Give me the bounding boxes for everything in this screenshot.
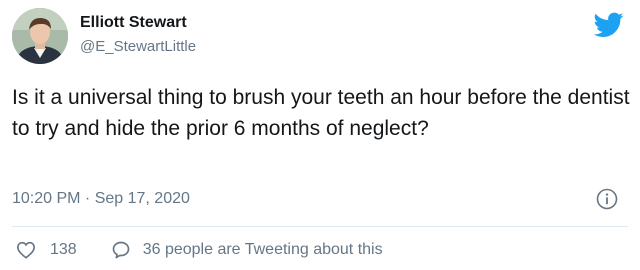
author-handle[interactable]: @E_StewartLittle (80, 38, 196, 55)
tweet-text: Is it a universal thing to brush your te… (12, 86, 630, 140)
tweet-card: Elliott Stewart @E_StewartLittle Is it a… (0, 0, 640, 270)
twitter-bird-icon[interactable] (594, 12, 624, 38)
like-button[interactable]: 138 (16, 241, 77, 259)
tweeting-link[interactable]: 36 people are Tweeting about this (111, 240, 383, 260)
tweet-actions: 138 36 people are Tweeting about this (16, 240, 383, 260)
heart-icon (16, 241, 36, 259)
like-count: 138 (50, 241, 77, 258)
tweeting-label: 36 people are Tweeting about this (142, 241, 383, 258)
avatar-image (12, 8, 68, 64)
tweet-timestamp[interactable]: 10:20 PM · Sep 17, 2020 (12, 190, 190, 208)
speech-bubble-icon (112, 241, 130, 259)
avatar[interactable] (12, 8, 68, 64)
author-name[interactable]: Elliott Stewart (80, 14, 187, 32)
info-icon[interactable] (596, 188, 618, 210)
divider (12, 226, 628, 227)
